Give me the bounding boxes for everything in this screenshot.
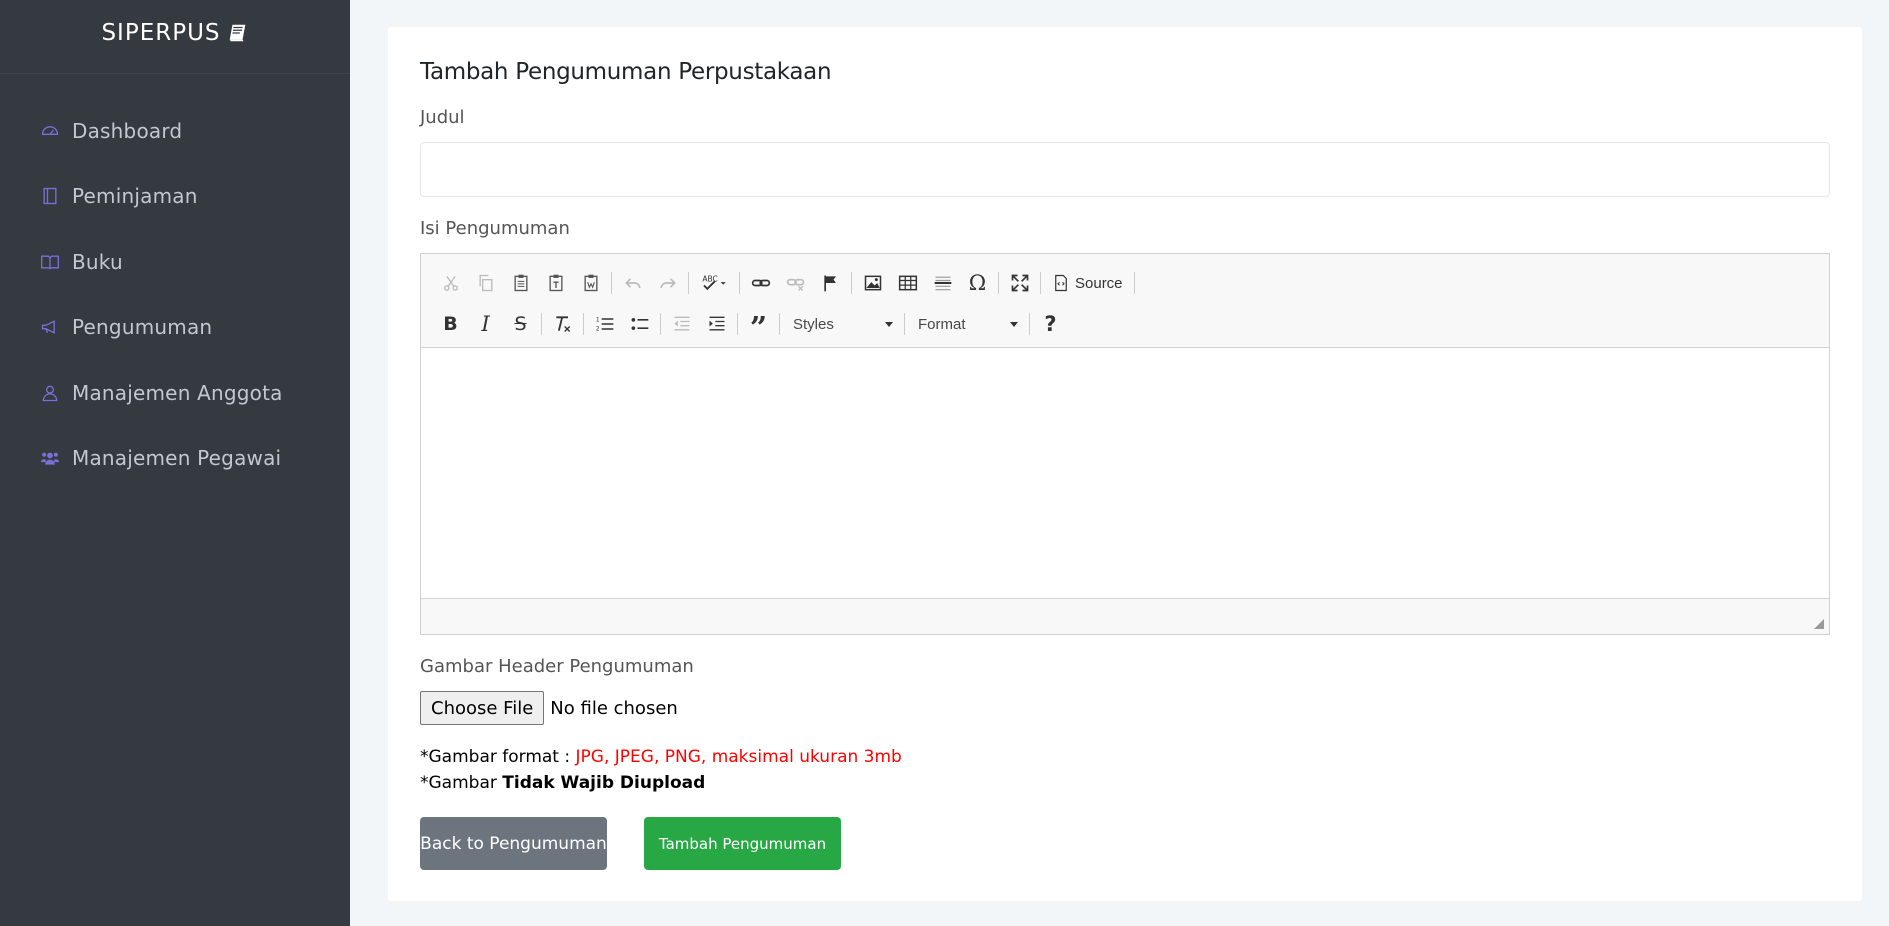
help-icon[interactable]: ?: [1033, 309, 1068, 339]
paste-icon[interactable]: [503, 268, 538, 298]
format-dropdown[interactable]: Format: [908, 309, 1026, 339]
toolbar-separator: [851, 272, 852, 294]
sidebar-item-label: Pengumuman: [72, 315, 213, 340]
svg-text:2: 2: [595, 327, 599, 333]
megaphone-icon: [40, 317, 60, 337]
special-char-icon[interactable]: Ω: [960, 268, 995, 298]
sidebar-item-label: Manajemen Pegawai: [72, 446, 282, 471]
source-button[interactable]: Source: [1044, 268, 1131, 298]
table-icon[interactable]: [890, 268, 925, 298]
resize-handle-icon[interactable]: [1814, 619, 1824, 629]
sidebar-item-label: Peminjaman: [72, 184, 198, 209]
editor-status-bar: [421, 598, 1829, 634]
anchor-flag-icon[interactable]: [813, 268, 848, 298]
judul-label: Judul: [420, 107, 465, 128]
maximize-icon[interactable]: [1002, 268, 1037, 298]
sidebar-item-buku[interactable]: Buku: [0, 229, 350, 295]
undo-icon[interactable]: [615, 268, 650, 298]
toolbar-separator: [779, 313, 780, 335]
toolbar-separator: [998, 272, 999, 294]
chevron-down-icon: [885, 321, 893, 327]
optional-note-bold: Tidak Wajib Diupload: [502, 773, 706, 793]
toolbar-separator: [1029, 313, 1030, 335]
optional-note: *Gambar Tidak Wajib Diupload: [420, 773, 705, 793]
open-book-icon: [40, 252, 60, 272]
toolbar-separator: [1040, 272, 1041, 294]
blockquote-icon[interactable]: ”: [741, 309, 776, 344]
paste-word-icon[interactable]: [573, 268, 608, 298]
unlink-icon[interactable]: [778, 268, 813, 298]
toolbar-separator: [660, 313, 661, 335]
book-notebook-icon: [40, 186, 60, 206]
toolbar-separator: [739, 272, 740, 294]
toolbar-separator: [904, 313, 905, 335]
toolbar-separator: [583, 313, 584, 335]
format-label: Format: [918, 315, 966, 333]
toolbar-row-2: B I S 12 ” Styles Format ?: [433, 307, 1829, 344]
gambar-header-label: Gambar Header Pengumuman: [420, 656, 694, 677]
isi-pengumuman-label: Isi Pengumuman: [420, 218, 570, 239]
sidebar-item-manajemen-pegawai[interactable]: Manajemen Pegawai: [0, 426, 350, 492]
sidebar-item-label: Manajemen Anggota: [72, 380, 283, 405]
chevron-down-icon: [1010, 321, 1018, 327]
styles-dropdown[interactable]: Styles: [783, 309, 901, 339]
toolbar-separator: [688, 272, 689, 294]
link-icon[interactable]: [743, 268, 778, 298]
copy-icon[interactable]: [468, 268, 503, 298]
user-icon: [40, 383, 60, 403]
sidebar-nav: Dashboard Peminjaman Buku Pengumuman Man…: [0, 98, 350, 491]
styles-label: Styles: [793, 315, 834, 333]
page-title: Tambah Pengumuman Perpustakaan: [420, 59, 832, 85]
sidebar-item-pengumuman[interactable]: Pengumuman: [0, 295, 350, 361]
toolbar-separator: [737, 313, 738, 335]
back-button[interactable]: Back to Pengumuman: [420, 817, 607, 870]
toolbar-row-1: ABC Ω Source: [433, 266, 1829, 300]
sidebar-item-manajemen-anggota[interactable]: Manajemen Anggota: [0, 360, 350, 426]
format-note-prefix: *Gambar format :: [420, 747, 576, 767]
optional-note-prefix: *Gambar: [420, 773, 503, 793]
format-note: *Gambar format : JPG, JPEG, PNG, maksima…: [420, 747, 902, 767]
sidebar: SIPERPUS Dashboard Peminjaman Buku Pengu…: [0, 0, 350, 926]
strikethrough-icon[interactable]: S: [503, 309, 538, 339]
image-icon[interactable]: [855, 268, 890, 298]
announcement-form-card: Tambah Pengumuman Perpustakaan Judul Isi…: [388, 27, 1862, 901]
sidebar-item-dashboard[interactable]: Dashboard: [0, 98, 350, 164]
choose-file-button[interactable]: Choose File: [420, 691, 545, 725]
dashboard-icon: [40, 121, 60, 141]
bulleted-list-icon[interactable]: [622, 309, 657, 339]
outdent-icon[interactable]: [664, 309, 699, 339]
toolbar-separator: [541, 313, 542, 335]
book-icon: [229, 24, 245, 41]
italic-icon[interactable]: I: [468, 309, 503, 339]
numbered-list-icon[interactable]: 12: [587, 309, 622, 339]
judul-input[interactable]: [420, 142, 1830, 197]
sidebar-item-label: Dashboard: [72, 118, 183, 143]
cut-icon[interactable]: [433, 268, 468, 298]
remove-format-icon[interactable]: [545, 309, 580, 339]
svg-text:1: 1: [595, 318, 599, 324]
horizontal-line-icon[interactable]: [925, 268, 960, 298]
users-icon: [40, 448, 60, 468]
brand-name: SIPERPUS: [101, 19, 221, 46]
editor-content-area[interactable]: [421, 348, 1829, 598]
source-label: Source: [1075, 274, 1123, 292]
bold-icon[interactable]: B: [433, 309, 468, 339]
file-upload: Choose File No file chosen: [420, 691, 678, 725]
indent-icon[interactable]: [699, 309, 734, 339]
sidebar-item-peminjaman[interactable]: Peminjaman: [0, 164, 350, 230]
toolbar-separator: [1133, 272, 1135, 294]
sidebar-item-label: Buku: [72, 249, 123, 274]
editor-toolbar: ABC Ω Source B I S 1 2 ” Styles Format ?: [421, 254, 1829, 348]
rich-text-editor: ABC Ω Source B I S 1 2 ” Styles Format ?: [420, 253, 1830, 635]
format-note-detail: JPG, JPEG, PNG, maksimal ukuran 3mb: [575, 747, 902, 767]
redo-icon[interactable]: [650, 268, 685, 298]
submit-announcement-button[interactable]: Tambah Pengumuman: [644, 817, 841, 870]
file-status: No file chosen: [550, 697, 678, 719]
source-icon: [1055, 274, 1067, 292]
paste-text-icon[interactable]: [538, 268, 573, 298]
toolbar-separator: [611, 272, 612, 294]
brand-logo[interactable]: SIPERPUS: [0, 0, 350, 74]
spellcheck-icon[interactable]: ABC: [692, 268, 736, 298]
